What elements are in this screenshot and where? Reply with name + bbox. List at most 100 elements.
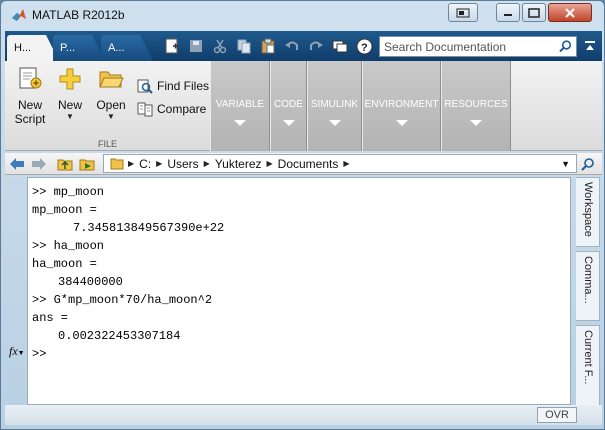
- code-section-button[interactable]: CODE: [270, 61, 307, 151]
- simulink-section-button[interactable]: SIMULINK: [307, 61, 362, 151]
- cut-icon: [213, 39, 227, 54]
- command-output: >> mp_moon mp_moon = 7.345813849567390e+…: [32, 183, 224, 363]
- environment-section-label: ENVIRONMENT: [364, 99, 439, 110]
- command-line: >> ha_moon: [32, 239, 105, 253]
- breadcrumb-item[interactable]: Users: [162, 157, 203, 171]
- ribbon-tab-strip: H... P... A... ? Search Documentation: [5, 31, 602, 61]
- open-button[interactable]: Open ▼: [93, 67, 129, 122]
- current-folder-tab[interactable]: Current F...: [576, 325, 600, 407]
- command-line: 0.002322453307184: [58, 329, 181, 343]
- new-dropdown-icon: ▼: [66, 112, 74, 121]
- open-label: Open: [96, 98, 126, 112]
- window-title: MATLAB R2012b: [32, 8, 125, 22]
- compare-button[interactable]: Compare: [137, 99, 206, 119]
- side-panel-tabs: Workspace Comma... Current F...: [574, 177, 602, 407]
- breadcrumb-item[interactable]: Yukterez: [210, 157, 267, 171]
- tab-apps[interactable]: A...: [101, 35, 153, 61]
- up-folder-button[interactable]: [57, 156, 73, 172]
- search-icon: [581, 158, 594, 171]
- new-doc-icon: [165, 38, 178, 54]
- resources-section-label: RESOURCES: [444, 99, 508, 110]
- svg-text:?: ?: [361, 42, 368, 54]
- breadcrumb-item[interactable]: Documents: [273, 157, 344, 171]
- variable-section-label: VARIABLE: [215, 99, 265, 110]
- variable-expand-icon: [234, 120, 246, 126]
- overwrite-mode-indicator: OVR: [537, 407, 577, 423]
- tab-home-label: H...: [14, 42, 32, 54]
- command-line[interactable]: >>: [32, 345, 224, 363]
- environment-expand-icon: [395, 120, 408, 126]
- cut-button[interactable]: [211, 37, 229, 55]
- dock-button[interactable]: [448, 3, 478, 22]
- compare-icon: [137, 102, 153, 117]
- close-button[interactable]: [548, 3, 592, 22]
- simulink-section-label: SIMULINK: [310, 99, 359, 110]
- command-line: ha_moon =: [32, 257, 97, 271]
- copy-button[interactable]: [235, 37, 253, 55]
- save-icon: [190, 40, 202, 52]
- code-section-label: CODE: [274, 99, 303, 110]
- minimize-toolstrip-button[interactable]: [581, 37, 599, 55]
- maximize-button[interactable]: [522, 3, 546, 22]
- function-browser-button[interactable]: fx▼: [9, 344, 25, 359]
- command-window[interactable]: >> mp_moon mp_moon = 7.345813849567390e+…: [27, 177, 571, 405]
- collapse-up-icon: [585, 41, 595, 50]
- redo-button[interactable]: [307, 37, 325, 55]
- variable-section-button[interactable]: VARIABLE: [210, 61, 270, 151]
- back-arrow-icon: [10, 158, 24, 170]
- forward-button[interactable]: [31, 156, 47, 172]
- path-field[interactable]: ▶ C: ▶ Users ▶ Yukterez ▶ Documents ▶ ▼: [103, 154, 577, 173]
- undo-icon: [285, 41, 298, 50]
- paste-icon: [261, 38, 275, 54]
- new-label: New: [57, 98, 82, 112]
- file-section: New Script New ▼ Open ▼ Find Files Compa…: [5, 61, 210, 151]
- matlab-window: MATLAB R2012b H... P... A... ? Search Do…: [0, 0, 605, 430]
- folder-up-icon: [57, 159, 73, 171]
- command-line: >> mp_moon: [32, 185, 105, 199]
- title-bar: MATLAB R2012b: [1, 1, 604, 31]
- search-icon[interactable]: [559, 40, 572, 53]
- browse-folder-button[interactable]: [79, 156, 95, 172]
- fx-icon: fx: [9, 344, 18, 358]
- minimize-icon: [504, 13, 512, 16]
- tab-plots[interactable]: P...: [53, 35, 105, 61]
- current-folder-tab-label: Current F...: [582, 330, 594, 385]
- quick-new-button[interactable]: [163, 37, 181, 55]
- breadcrumb-item[interactable]: C:: [134, 157, 156, 171]
- path-dropdown-icon[interactable]: ▼: [561, 159, 570, 169]
- folder-open-icon: [99, 71, 124, 88]
- breadcrumb-arrow-icon: ▶: [343, 159, 350, 168]
- find-files-button[interactable]: Find Files: [137, 76, 209, 96]
- matlab-logo-icon: [12, 9, 26, 21]
- resources-section-button[interactable]: RESOURCES: [441, 61, 511, 151]
- paste-button[interactable]: [259, 37, 277, 55]
- search-input[interactable]: [380, 37, 556, 56]
- copy-icon: [237, 39, 251, 54]
- maximize-icon: [528, 7, 540, 18]
- help-button[interactable]: ?: [355, 37, 373, 55]
- tab-home[interactable]: H...: [7, 35, 59, 61]
- status-bar: OVR: [5, 405, 602, 425]
- dock-icon: [456, 8, 470, 17]
- current-folder-bar: ▶ C: ▶ Users ▶ Yukterez ▶ Documents ▶ ▼: [5, 153, 602, 175]
- close-icon: [565, 7, 575, 18]
- undo-button[interactable]: [283, 37, 301, 55]
- new-script-button[interactable]: New Script: [13, 67, 47, 126]
- workspace-tab[interactable]: Workspace: [576, 177, 600, 247]
- environment-section-button[interactable]: ENVIRONMENT: [362, 61, 441, 151]
- folder-search-button[interactable]: [579, 156, 597, 172]
- code-expand-icon: [282, 120, 295, 126]
- new-button[interactable]: New ▼: [53, 67, 87, 122]
- minimize-button[interactable]: [496, 3, 520, 22]
- forward-arrow-icon: [32, 158, 46, 170]
- file-section-label: FILE: [97, 139, 117, 149]
- back-button[interactable]: [9, 156, 25, 172]
- save-button[interactable]: [187, 37, 205, 55]
- command-history-tab[interactable]: Comma...: [576, 251, 600, 321]
- workspace-tab-label: Workspace: [582, 182, 594, 237]
- find-files-label: Find Files: [157, 79, 210, 93]
- switch-windows-button[interactable]: [331, 37, 349, 55]
- toolstrip: New Script New ▼ Open ▼ Find Files Compa…: [5, 61, 602, 151]
- help-icon: ?: [356, 38, 372, 54]
- folder-icon: [110, 158, 124, 170]
